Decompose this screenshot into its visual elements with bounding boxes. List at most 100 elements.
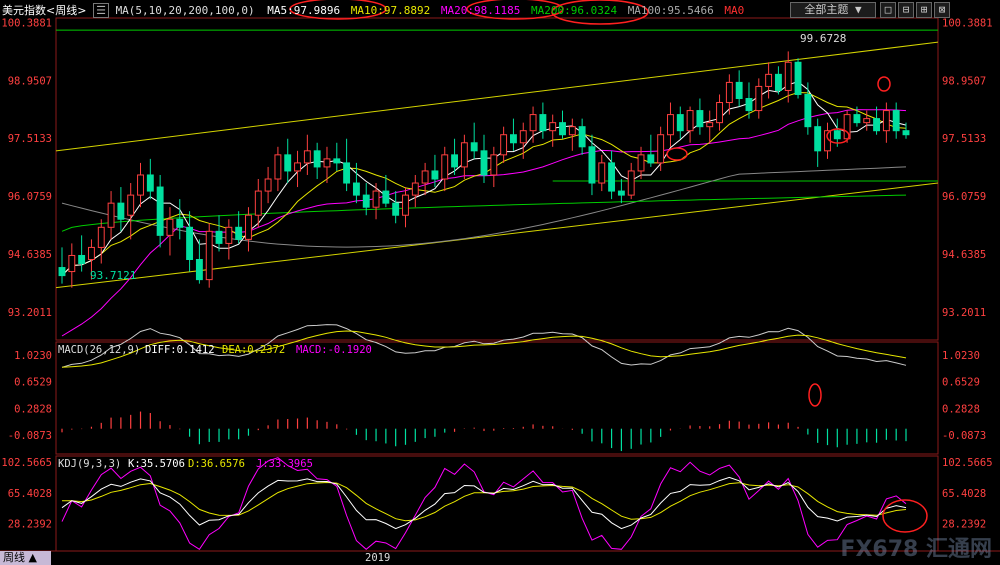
candle-down <box>58 267 66 277</box>
candle-up <box>863 118 871 124</box>
candle-up <box>784 61 792 91</box>
candle-up <box>205 230 213 281</box>
candle-up <box>765 73 773 87</box>
candle-down <box>333 158 341 164</box>
price-tick-right: 100.3881 <box>942 18 993 30</box>
candle-up <box>372 190 380 208</box>
price-tick-left: 96.0759 <box>8 191 52 203</box>
candle-down <box>559 122 566 136</box>
window-button-4[interactable]: ⊠ <box>934 2 950 18</box>
macd-diff: DIFF:0.1412 <box>145 344 215 356</box>
candle-down <box>352 182 360 196</box>
candle-up <box>706 122 714 128</box>
candle-up <box>500 134 508 156</box>
header-bar: 美元指数<周线> ☰ MA(5,10,20,200,100,0) MA5:97.… <box>2 2 744 18</box>
chart-canvas[interactable]: 100.3881 98.9507 97.5133 96.0759 94.6385 93.2… <box>0 0 1000 565</box>
candle-up <box>490 154 498 176</box>
candle-down <box>578 126 586 148</box>
macd-tick-right: -0.0873 <box>942 430 986 442</box>
ma0-label: MA0 <box>724 4 745 17</box>
price-tick-right: 98.9507 <box>942 75 986 87</box>
candle-down <box>833 130 841 140</box>
macd-tick-left: 0.2828 <box>14 403 52 415</box>
macd-tick-left: 1.0230 <box>14 350 52 362</box>
candle-down <box>451 154 459 168</box>
candle-up <box>264 178 272 192</box>
macd-tick-left: 0.6529 <box>14 377 52 389</box>
candle-down <box>480 150 488 176</box>
candle-down <box>735 81 743 100</box>
candle-up <box>755 85 763 112</box>
theme-dropdown[interactable]: 全部主题 ▼ <box>790 2 876 18</box>
candle-up <box>686 110 694 132</box>
candle-down <box>814 126 822 152</box>
macd-tick-right: 1.0230 <box>942 350 980 362</box>
macd-tick-right: 0.2828 <box>942 403 980 415</box>
candle-down <box>608 162 616 192</box>
candle-down <box>284 154 292 172</box>
price-tick-right: 97.5133 <box>942 133 986 145</box>
kdj-tick-left: 28.2392 <box>8 519 52 531</box>
candle-down <box>509 134 517 144</box>
macd-dea: DEA:0.2372 <box>222 344 285 356</box>
candle-up <box>529 114 537 132</box>
candle-up <box>598 162 606 184</box>
price-tick-left: 98.9507 <box>8 75 52 87</box>
kdj-tick-right: 102.5665 <box>942 457 993 469</box>
macd-title: MACD(26,12,9) <box>58 344 140 356</box>
window-button-2[interactable]: ⊟ <box>898 2 914 18</box>
kdj-tick-right: 65.4028 <box>942 488 986 500</box>
window-button-3[interactable]: ⊞ <box>916 2 932 18</box>
kdj-k: K:35.5706 <box>128 458 185 470</box>
period-tab[interactable]: 周线 ▲ <box>0 551 51 565</box>
candle-up <box>68 254 76 273</box>
candle-down <box>647 154 655 164</box>
candle-up <box>637 154 645 172</box>
candle-up <box>716 102 723 124</box>
candle-up <box>460 142 468 168</box>
candle-up <box>294 162 301 172</box>
candle-up <box>411 182 419 196</box>
candle-down <box>696 110 704 128</box>
candle-down <box>146 174 154 192</box>
window-button-1[interactable]: □ <box>880 2 896 18</box>
candle-up <box>87 246 95 261</box>
candle-down <box>588 146 596 184</box>
low-annotation: 93.7121 <box>90 269 136 282</box>
candle-up <box>254 190 262 216</box>
candle-down <box>902 130 910 136</box>
candle-down <box>853 114 861 124</box>
candle-down <box>676 114 684 132</box>
candle-up <box>303 150 311 164</box>
price-tick-left: 94.6385 <box>8 249 52 261</box>
candle-down <box>343 162 351 184</box>
kdj-title: KDJ(9,3,3) <box>58 458 121 470</box>
candle-down <box>774 73 782 91</box>
year-label: 2019 <box>365 552 390 564</box>
candle-up <box>568 126 576 136</box>
candle-down <box>313 150 321 168</box>
candle-up <box>402 194 409 216</box>
price-tick-right: 93.2011 <box>942 307 986 319</box>
candle-up <box>137 174 144 196</box>
macd-tick-left: -0.0873 <box>8 430 52 442</box>
candle-down <box>539 114 547 132</box>
candle-down <box>78 254 86 265</box>
ma200-label: MA200:96.0324 <box>530 4 618 17</box>
candle-down <box>392 202 400 216</box>
candle-up <box>225 226 233 244</box>
chart-title: 美元指数<周线> <box>2 4 87 17</box>
price-tick-right: 94.6385 <box>942 249 986 261</box>
ma20-label: MA20:98.1185 <box>440 4 521 17</box>
ma100-label: MA100:95.5466 <box>627 4 714 17</box>
candle-down <box>117 202 125 220</box>
settings-icon[interactable]: ☰ <box>93 3 109 18</box>
candle-up <box>441 154 449 180</box>
candle-up <box>245 214 252 240</box>
price-tick-left: 97.5133 <box>8 133 52 145</box>
candle-up <box>519 130 527 144</box>
price-tick-right: 96.0759 <box>942 191 986 203</box>
macd-value: MACD:-0.1920 <box>296 344 372 356</box>
candle-up <box>725 81 733 104</box>
candle-down <box>745 98 753 112</box>
